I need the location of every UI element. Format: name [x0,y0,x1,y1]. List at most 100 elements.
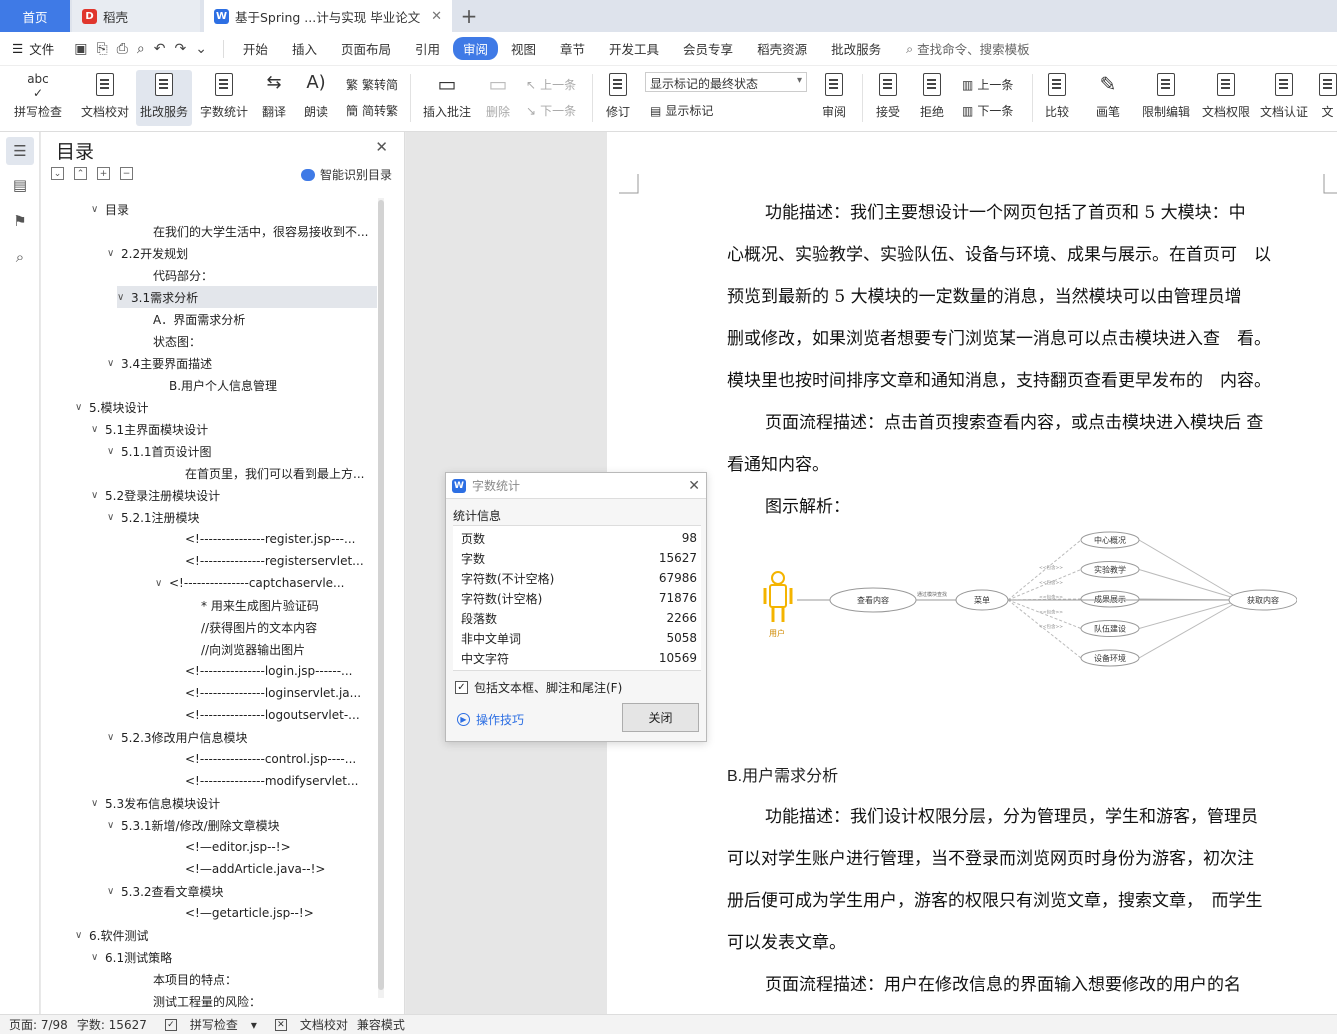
next-change-button[interactable]: ▥ 下一条 [962,102,1013,119]
chevron-down-icon[interactable]: ∨ [91,204,105,215]
correction-service-button[interactable]: 批改服务 [136,70,192,126]
spell-check-button[interactable]: abc ✓ 拼写检查 [6,70,70,126]
save-icon[interactable]: ▣ [74,41,87,57]
close-tab-icon[interactable]: ✕ [431,9,442,24]
navigation-icon[interactable]: ▤ [11,176,29,194]
status-page[interactable]: 页面: 7/98 [9,1016,68,1033]
trad-to-simp-button[interactable]: 繁繁转简 [346,76,398,93]
toc-item[interactable]: 在我们的大学生活中，很容易接收到不... [41,220,377,242]
translate-button[interactable]: ⇆ 翻译 [254,70,294,126]
word-count-button[interactable]: 字数统计 [196,70,252,126]
chevron-down-icon[interactable]: ∨ [107,886,121,897]
toc-scrollbar[interactable] [378,198,384,998]
toc-item[interactable]: <!—editor.jsp--!> [41,836,377,858]
chevron-down-icon[interactable]: ∨ [107,358,121,369]
file-menu[interactable]: ☰ 文件 [0,39,66,58]
expand-icon[interactable]: + [97,167,110,180]
print-icon[interactable]: ⎙ [117,41,128,57]
close-icon[interactable]: ✕ [688,478,700,494]
collapse-up-icon[interactable]: ⌃ [74,167,87,180]
new-tab-icon[interactable]: + [452,0,486,32]
chevron-down-icon[interactable]: ∨ [91,490,105,501]
toc-item[interactable]: * 用来生成图片验证码 [41,594,377,616]
menu-tab[interactable]: 会员专享 [672,37,744,60]
chevron-down-icon[interactable]: ∨ [107,732,121,743]
read-aloud-button[interactable]: A) 朗读 [298,70,334,126]
toc-item[interactable]: <!---------------loginservlet.ja... [41,682,377,704]
menu-tab[interactable]: 批改服务 [820,37,892,60]
accept-button[interactable]: 接受 [868,70,908,126]
document-certify-button[interactable]: 文档认证 [1256,70,1312,126]
status-spell-check[interactable]: ✓ 拼写检查 ▾ [156,1016,257,1033]
collapse-down-icon[interactable]: ⌄ [51,167,64,180]
toc-item[interactable]: ∨ 5.3发布信息模块设计 [41,792,377,814]
toc-item[interactable]: ∨ 5.模块设计 [41,396,377,418]
chevron-down-icon[interactable]: ∨ [117,292,131,303]
restrict-editing-button[interactable]: 限制编辑 [1138,70,1194,126]
chevron-down-icon[interactable]: ∨ [107,820,121,831]
undo-icon[interactable]: ↶ [154,41,166,57]
toc-item[interactable]: //向浏览器输出图片 [41,638,377,660]
toc-item[interactable]: 测试工程量的风险： [41,990,377,1009]
tab-document[interactable]: W 基于Spring ...计与实现 毕业论文 ✕ [204,0,452,32]
menu-tab[interactable]: 开发工具 [598,37,670,60]
search-panel-icon[interactable]: ⌕ [11,248,29,266]
delete-comment-button[interactable]: ▭ 删除 [478,70,518,126]
toc-item[interactable]: 在首页里，我们可以看到最上方... [41,462,377,484]
menu-tab[interactable]: 引用 [404,37,451,60]
menu-tab[interactable]: 开始 [232,37,279,60]
redo-icon[interactable]: ↷ [174,41,186,57]
chevron-down-icon[interactable]: ∨ [91,952,105,963]
toc-item[interactable]: //获得图片的文本内容 [41,616,377,638]
menu-tab[interactable]: 页面布局 [330,37,402,60]
toc-item[interactable]: ∨ 6.1测试策略 [41,946,377,968]
toc-item[interactable]: ∨ 5.2.3修改用户信息模块 [41,726,377,748]
chevron-down-icon[interactable]: ∨ [107,512,121,523]
chevron-down-icon[interactable]: ∨ [107,446,121,457]
more-icon[interactable]: ⌄ [195,41,207,57]
prev-comment-button[interactable]: ↖ 上一条 [526,76,576,93]
include-footnotes-checkbox[interactable]: ✓ 包括文本框、脚注和尾注(F) [455,679,622,696]
review-pane-button[interactable]: 审阅 [812,70,856,126]
toc-item[interactable]: A．界面需求分析 [41,308,377,330]
menu-tab[interactable]: 章节 [549,37,596,60]
menu-tab[interactable]: 视图 [500,37,547,60]
toc-item[interactable]: 状态图： [41,330,377,352]
toc-item[interactable]: ∨ 2.2开发规划 [41,242,377,264]
toc-item[interactable]: ∨ 5.1主界面模块设计 [41,418,377,440]
collapse-icon[interactable]: − [120,167,133,180]
pen-button[interactable]: ✎ 画笔 [1088,70,1128,126]
toc-item[interactable]: <!---------------registerservlet... [41,550,377,572]
toc-item[interactable]: ∨ 5.1.1首页设计图 [41,440,377,462]
more-ribbon-button[interactable]: 文 [1318,70,1337,126]
toc-item[interactable]: ∨ 5.2登录注册模块设计 [41,484,377,506]
toc-item[interactable]: ∨ <!---------------captchaservle... [41,572,377,594]
reject-button[interactable]: 拒绝 [912,70,952,126]
close-button[interactable]: 关闭 [622,703,699,732]
toc-item[interactable]: ∨ 6.软件测试 [41,924,377,946]
tab-home[interactable]: 首页 [0,0,70,32]
toc-item[interactable]: ∨ 5.2.1注册模块 [41,506,377,528]
bookmark-icon[interactable]: ⚑ [11,212,29,230]
toc-item[interactable]: ∨ 3.4主要界面描述 [41,352,377,374]
chevron-down-icon[interactable]: ∨ [91,798,105,809]
toc-item[interactable]: ∨ 目录 [41,198,377,220]
markup-mode-select[interactable]: 显示标记的最终状态 [645,72,807,92]
tab-daoke[interactable]: D 稻壳 [72,0,200,32]
smart-toc-button[interactable]: 智能识别目录 [300,166,392,183]
document-page[interactable]: 功能描述：我们主要想设计一个网页包括了首页和 5 大模块：中 心概况、实验教学、实… [607,132,1337,1014]
toc-item[interactable]: <!---------------login.jsp------... [41,660,377,682]
dialog-header[interactable]: W 字数统计 ✕ [446,473,706,499]
menu-tab[interactable]: 审阅 [452,37,498,60]
toc-item[interactable]: <!—addArticle.java--!> [41,858,377,880]
toc-item[interactable]: <!---------------logoutservlet-... [41,704,377,726]
track-changes-button[interactable]: 修订 [598,70,638,126]
document-permission-button[interactable]: 文档权限 [1198,70,1254,126]
status-proofread[interactable]: ✕ 文档校对 [266,1016,348,1033]
toc-item[interactable]: <!---------------register.jsp---... [41,528,377,550]
toc-item[interactable]: ∨ 5.3.1新增/修改/删除文章模块 [41,814,377,836]
export-pdf-icon[interactable]: ⎘ [96,41,107,57]
toc-item[interactable]: <!---------------modifyservlet... [41,770,377,792]
print-preview-icon[interactable]: ⌕ [137,41,145,57]
insert-comment-button[interactable]: ▭ 插入批注 [420,70,474,126]
